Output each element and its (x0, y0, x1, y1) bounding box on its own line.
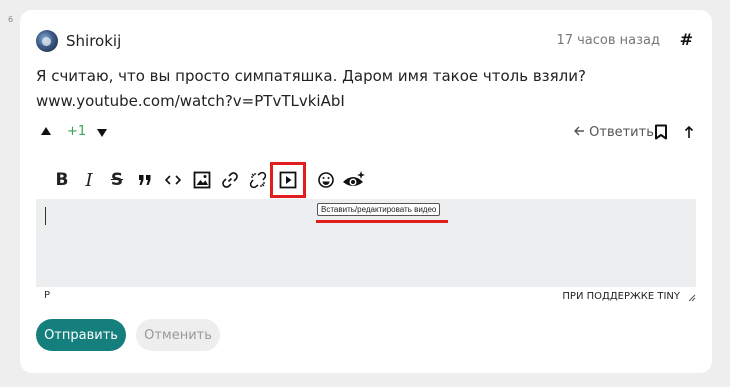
tiny-branding-link[interactable]: ПРИ ПОДДЕРЖКЕ TINY (562, 291, 680, 302)
quote-icon (139, 175, 151, 185)
code-button[interactable] (159, 166, 187, 194)
vote-count: +1 (67, 124, 87, 139)
insert-video-button[interactable] (270, 162, 306, 198)
unlink-icon (249, 171, 267, 189)
comment-card: Shirokij 17 часов назад # Я считаю, что … (20, 10, 712, 373)
insert-video-tooltip: Вставить/редактировать видео (317, 203, 441, 216)
resize-handle-icon[interactable] (686, 292, 696, 302)
italic-button[interactable]: I (75, 166, 103, 194)
vote-down-icon[interactable] (97, 129, 107, 137)
comment-body: Я считаю, что вы просто симпатяшка. Даро… (36, 64, 676, 114)
code-icon (164, 175, 182, 185)
emoji-icon (318, 172, 334, 188)
vote-up-icon[interactable] (41, 127, 51, 135)
text-caret (45, 207, 46, 225)
link-icon (222, 172, 238, 188)
editor-status-bar: P ПРИ ПОДДЕРЖКЕ TINY (36, 290, 696, 308)
thread-level: 6 (8, 15, 14, 24)
comment-actions: +1 Ответить (40, 124, 700, 143)
arrow-up-icon[interactable] (684, 124, 694, 140)
spoiler-button[interactable] (340, 166, 368, 194)
emoji-button[interactable] (312, 166, 340, 194)
reply-label: Ответить (589, 125, 654, 140)
link-button[interactable] (216, 166, 244, 194)
avatar[interactable] (36, 30, 58, 52)
bold-button[interactable]: B (48, 166, 76, 194)
reply-arrow-icon (574, 126, 584, 136)
image-icon (193, 171, 211, 189)
comment-link-text: www.youtube.com/watch?v=PTvTLvkiAbI (36, 92, 345, 110)
unlink-button[interactable] (244, 166, 272, 194)
submit-button[interactable]: Отправить (36, 319, 126, 351)
video-icon (279, 171, 297, 189)
quote-button[interactable] (131, 166, 159, 194)
bookmark-icon[interactable] (654, 124, 668, 140)
comment-time[interactable]: 17 часов назад (556, 33, 660, 48)
author-name[interactable]: Shirokij (66, 32, 121, 50)
permalink-hash[interactable]: # (680, 30, 693, 49)
eye-sparkle-icon (343, 171, 365, 186)
reply-button[interactable]: Ответить (573, 125, 654, 140)
cancel-button[interactable]: Отменить (136, 319, 220, 351)
comment-text-line: Я считаю, что вы просто симпатяшка. Даро… (36, 67, 586, 85)
image-button[interactable] (188, 166, 216, 194)
element-path[interactable]: P (44, 290, 50, 301)
editor-toolbar: B I S (48, 162, 448, 198)
strikethrough-button[interactable]: S (103, 166, 131, 194)
tooltip-highlight-underline (316, 220, 448, 223)
comment-header: Shirokij 17 часов назад # (36, 30, 696, 52)
